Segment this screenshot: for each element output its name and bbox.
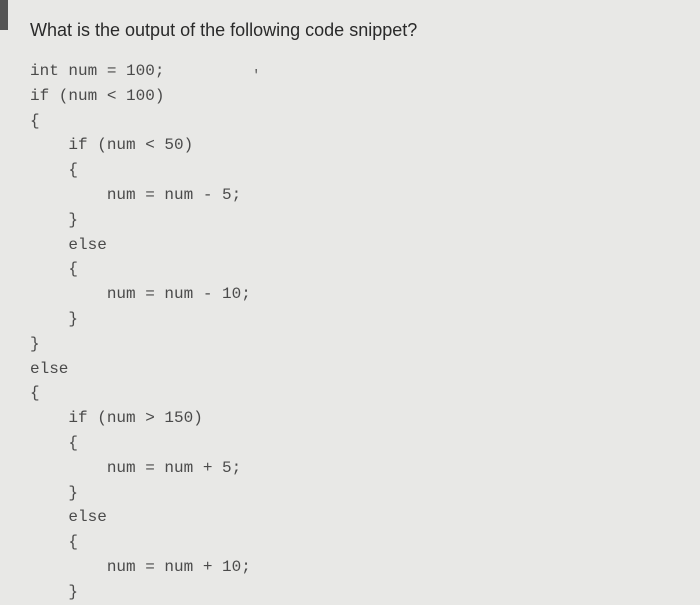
- code-line: else: [30, 360, 68, 378]
- code-line: num = num - 5;: [30, 186, 241, 204]
- left-margin-bar: [0, 0, 8, 30]
- code-line: {: [30, 434, 78, 452]
- code-line: {: [30, 533, 78, 551]
- code-line: {: [30, 161, 78, 179]
- code-line: if (num < 100): [30, 87, 164, 105]
- code-line: {: [30, 112, 40, 130]
- stray-mark: ': [252, 68, 260, 84]
- code-line: if (num > 150): [30, 409, 203, 427]
- code-line: }: [30, 484, 78, 502]
- code-line: {: [30, 384, 40, 402]
- code-line: num = num + 5;: [30, 459, 241, 477]
- code-line: if (num < 50): [30, 136, 193, 154]
- code-line: }: [30, 211, 78, 229]
- code-line: }: [30, 310, 78, 328]
- code-line: num = num + 10;: [30, 558, 251, 576]
- code-line: {: [30, 260, 78, 278]
- code-line: num = num - 10;: [30, 285, 251, 303]
- code-line: else: [30, 508, 107, 526]
- code-line: }: [30, 335, 40, 353]
- code-block: int num = 100; if (num < 100) { if (num …: [30, 59, 670, 605]
- code-line: int num = 100;: [30, 62, 164, 80]
- question-text: What is the output of the following code…: [30, 20, 670, 41]
- code-line: else: [30, 236, 107, 254]
- code-line: }: [30, 583, 78, 601]
